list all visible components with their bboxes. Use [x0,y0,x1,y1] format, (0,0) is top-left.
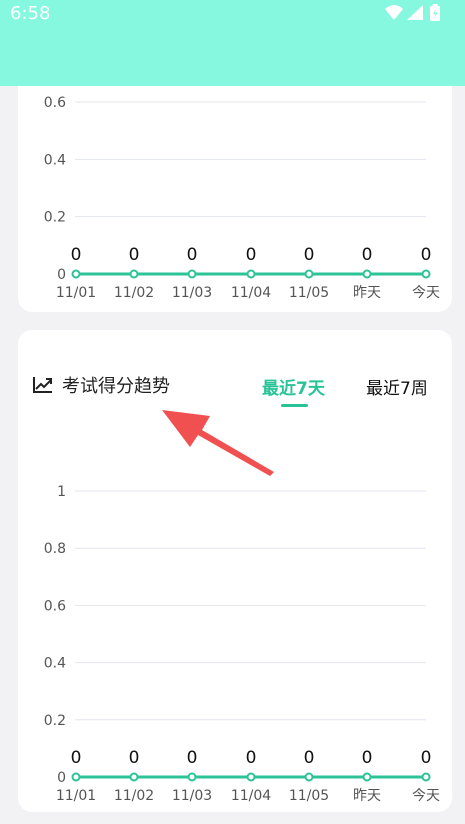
x-tick-label: 11/05 [289,788,329,804]
x-tick-label: 11/01 [56,788,96,804]
y-tick-label: 0 [57,770,66,786]
y-tick-label: 0.2 [44,713,66,729]
x-tick-label: 11/03 [172,788,212,804]
data-label: 0 [362,748,373,768]
y-tick-label: 1 [57,484,66,500]
x-tick-label: 今天 [412,788,440,804]
x-tick-label: 昨天 [353,788,381,804]
data-label: 0 [71,748,82,768]
exam-score-chart: 0 0.2 0.4 0.6 0.8 1 0 11/01 0 11/02 0 11/03 0 11/04 0 1… [44,484,440,804]
data-point [304,772,314,782]
x-tick-label: 11/04 [231,788,271,804]
data-point [71,772,81,782]
data-point [421,772,431,782]
x-tick-label: 11/02 [114,788,154,804]
data-point [246,772,256,782]
data-label: 0 [304,748,315,768]
data-label: 0 [187,748,198,768]
data-point [129,772,139,782]
data-label: 0 [129,748,140,768]
y-tick-label: 0.4 [44,656,66,672]
y-tick-label: 0.6 [44,598,66,614]
data-label: 0 [246,748,257,768]
y-tick-label: 0.8 [44,541,66,557]
data-point [187,772,197,782]
data-point [362,772,372,782]
data-label: 0 [421,748,432,768]
